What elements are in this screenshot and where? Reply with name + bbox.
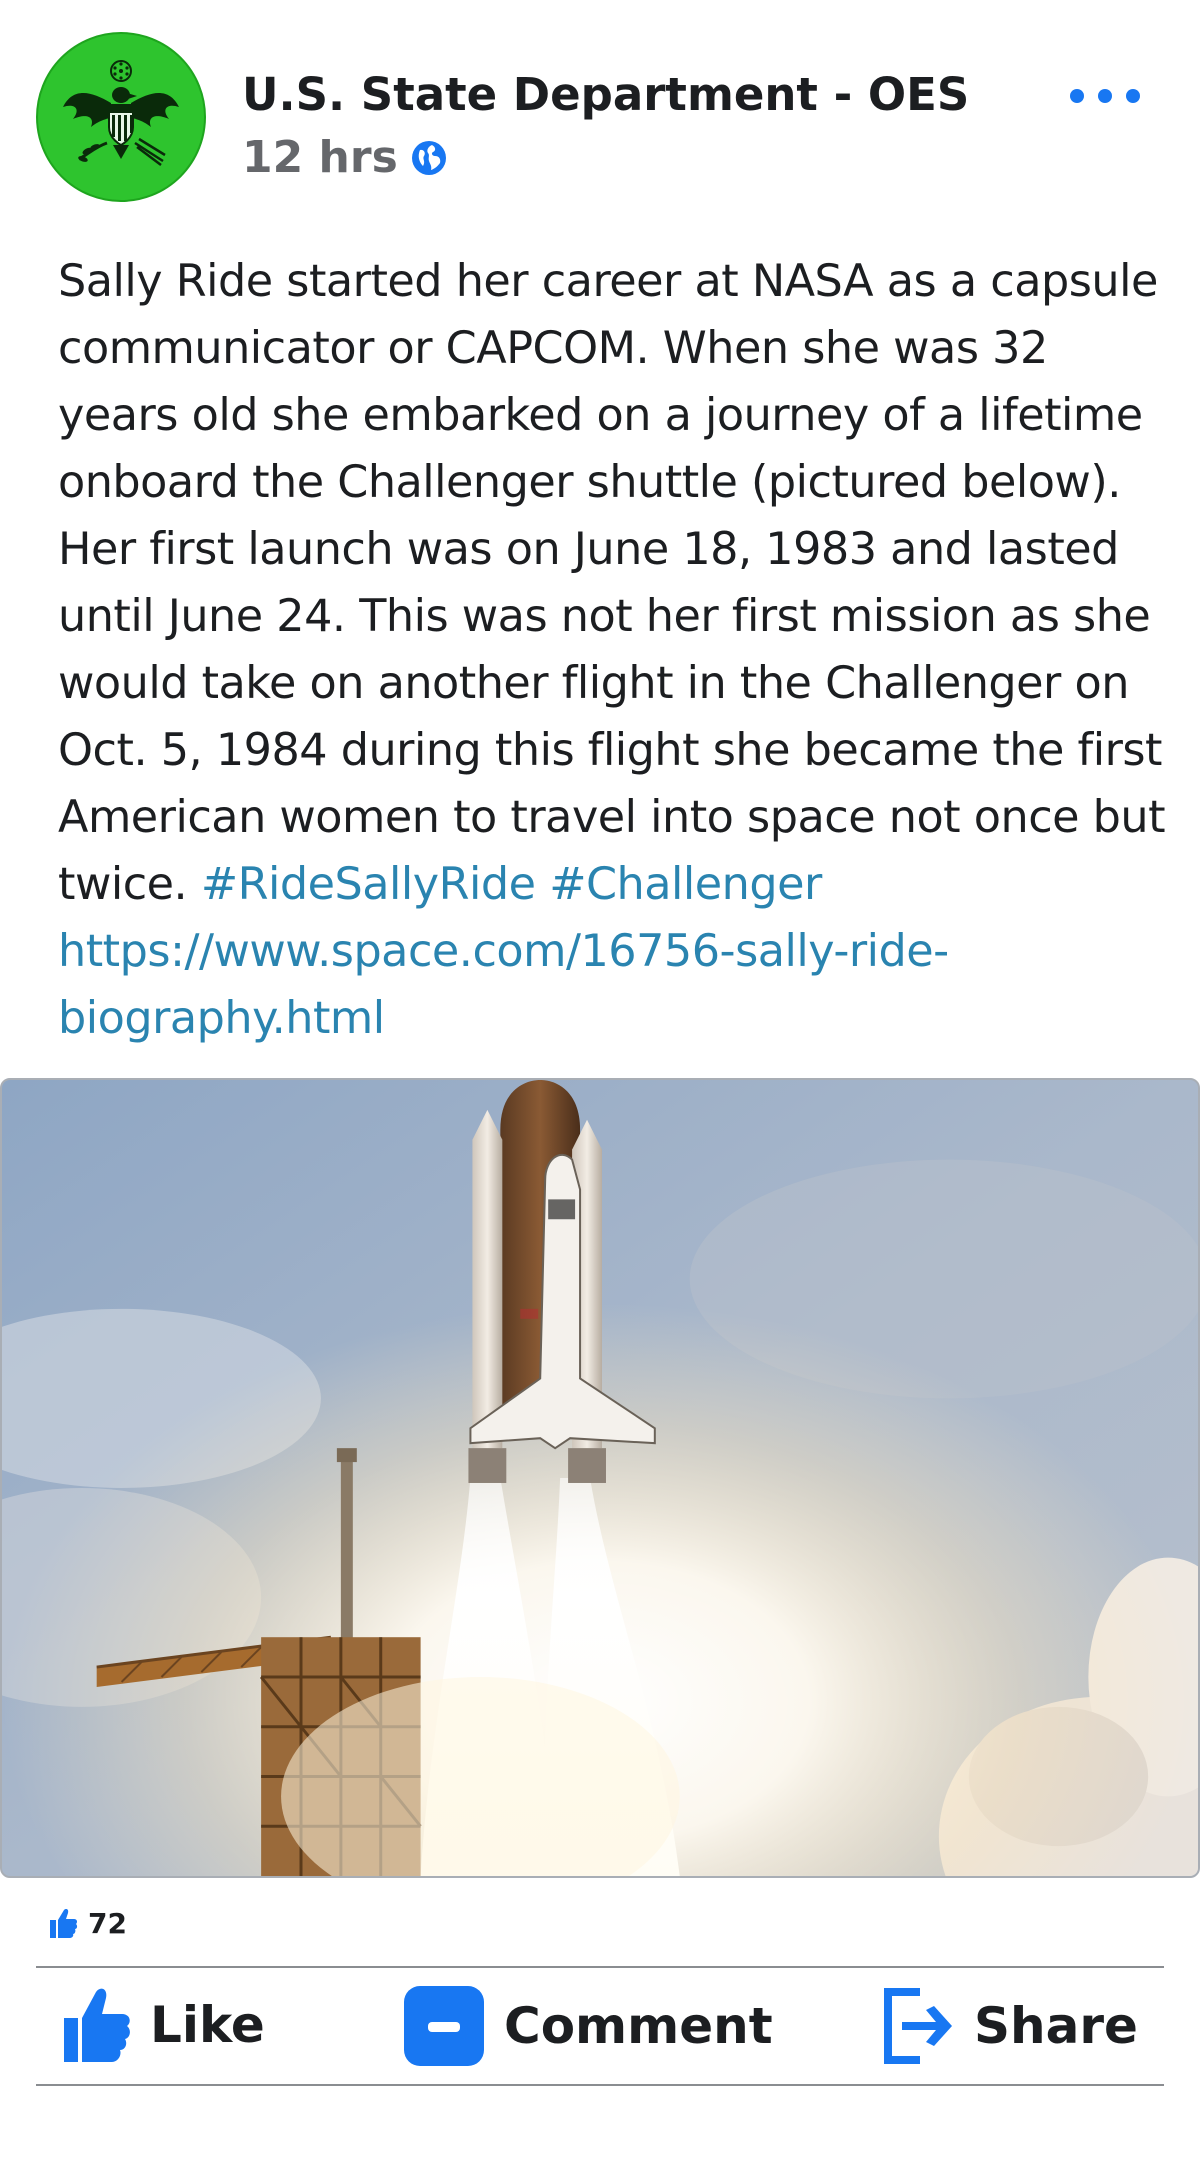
share-icon xyxy=(884,1988,952,2064)
more-options-button[interactable] xyxy=(1040,78,1170,114)
divider xyxy=(36,2084,1164,2086)
post-text-line: Oct. 5, 1984 during this flight she beca… xyxy=(58,725,1163,776)
post-text-line: onboard the Challenger shuttle (pictured… xyxy=(58,457,1121,508)
post-text-line: Sally Ride started her career at NASA as… xyxy=(58,256,1158,307)
post-text-line: Her first launch was on June 18, 1983 an… xyxy=(58,524,1119,575)
post-photo[interactable] xyxy=(0,1078,1200,1878)
article-link[interactable]: https://www.space.com/16756-sally-ride- xyxy=(58,918,1188,985)
post-text-line-last: twice. #RideSallyRide #Challenger xyxy=(58,851,1188,918)
post-text-fragment: twice. xyxy=(58,859,201,910)
post-text-line: years old she embarked on a journey of a… xyxy=(58,390,1143,441)
post-body: Sally Ride started her career at NASA as… xyxy=(58,248,1188,1052)
hashtag-ridesallyride[interactable]: #RideSallyRide xyxy=(201,859,536,910)
reaction-summary[interactable]: 72 xyxy=(48,1906,127,1940)
action-bar: Like Comment Share xyxy=(0,1966,1200,2086)
post-text-line: communicator or CAPCOM. When she was 32 xyxy=(58,323,1048,374)
comment-button[interactable]: Comment xyxy=(402,1984,773,2068)
post-meta: 12 hrs xyxy=(242,132,448,183)
page-avatar[interactable] xyxy=(36,32,206,202)
article-link-continued[interactable]: biography.html xyxy=(58,985,1188,1052)
more-options-icon xyxy=(1070,89,1084,103)
comment-icon xyxy=(404,1986,484,2066)
globe-icon xyxy=(411,140,446,175)
reaction-count: 72 xyxy=(88,1906,127,1940)
post-text-line: American women to travel into space not … xyxy=(58,792,1166,843)
like-icon xyxy=(64,1988,130,2062)
like-label: Like xyxy=(150,1996,265,2054)
like-button[interactable]: Like xyxy=(60,1984,265,2066)
post-text-line: until June 24. This was not her first mi… xyxy=(58,591,1151,642)
space-shuttle-launch-photo xyxy=(2,1080,1198,1876)
post-timestamp[interactable]: 12 hrs xyxy=(242,132,398,183)
facebook-post: U.S. State Department - OES 12 hrs Sally… xyxy=(0,0,1200,2176)
share-label: Share xyxy=(974,1997,1138,2055)
comment-label: Comment xyxy=(504,1997,773,2055)
post-text-line: would take on another flight in the Chal… xyxy=(58,658,1129,709)
like-thumb-icon xyxy=(50,1909,78,1938)
page-name-link[interactable]: U.S. State Department - OES xyxy=(242,68,969,121)
eagle-seal-icon xyxy=(63,60,179,166)
hashtag-challenger[interactable]: #Challenger xyxy=(549,859,822,910)
share-button[interactable]: Share xyxy=(880,1984,1138,2068)
